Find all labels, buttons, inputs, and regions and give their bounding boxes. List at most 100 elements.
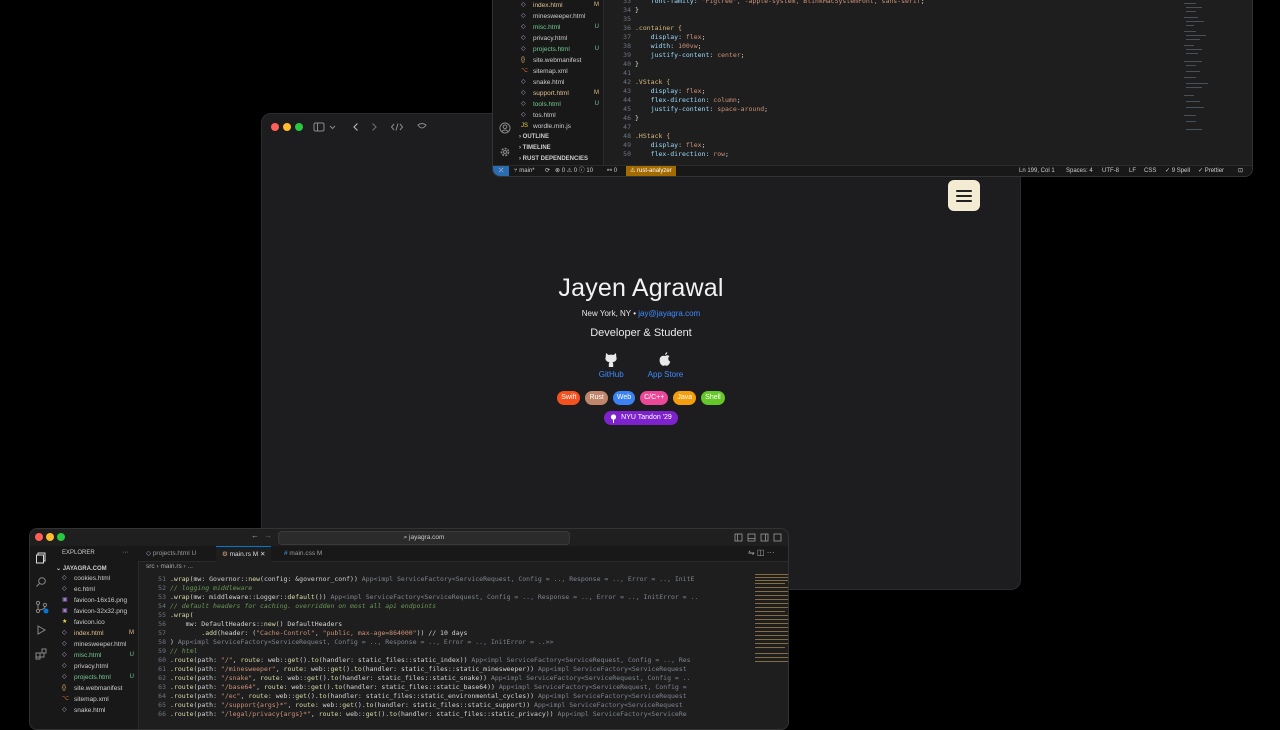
file-item[interactable]: ▣ favicon-32x32.png	[62, 606, 138, 617]
minimap[interactable]	[753, 573, 789, 729]
code-line[interactable]: // default headers for caching. overridd…	[170, 602, 742, 611]
notifications-icon[interactable]: ⊡	[1238, 166, 1243, 176]
code-line[interactable]: }	[635, 60, 925, 69]
section-rust-dependencies[interactable]: › RUST DEPENDENCIES	[519, 154, 603, 165]
account-icon[interactable]	[499, 122, 511, 134]
project-root[interactable]: ⌄ JAYAGRA.COM	[56, 565, 107, 572]
code-line[interactable]: .HStack {	[635, 132, 925, 141]
code-line[interactable]: .route(path: "/snake", route: web::get()…	[170, 674, 742, 683]
source-control-icon[interactable]	[35, 600, 49, 614]
code-line[interactable]: justify-content: space-around;	[635, 105, 925, 114]
file-item[interactable]: {} site.webmanifest	[521, 55, 603, 66]
code-text[interactable]: font-family: "Figtree", -apple-system, B…	[635, 0, 925, 159]
sidebar-toggle-button[interactable]	[312, 120, 338, 134]
minimize-button[interactable]	[283, 123, 291, 131]
file-item[interactable]: ◇ cookies.html	[62, 573, 138, 584]
code-line[interactable]: font-family: "Figtree", -apple-system, B…	[635, 0, 925, 6]
file-item[interactable]: ◇ misc.html U	[521, 22, 603, 33]
file-item[interactable]: ◇ snake.html	[521, 77, 603, 88]
code-line[interactable]: .container {	[635, 24, 925, 33]
indentation[interactable]: Spaces: 4	[1066, 166, 1093, 176]
code-line[interactable]: .wrap(	[170, 611, 742, 620]
file-item[interactable]: ◇ tools.html U	[521, 99, 603, 110]
code-line[interactable]: width: 100vw;	[635, 42, 925, 51]
code-line[interactable]: .route(path: "/base64", route: web::get(…	[170, 683, 742, 692]
code-line[interactable]: flex-direction: row;	[635, 150, 925, 159]
code-line[interactable]	[635, 15, 925, 24]
back-arrow-icon[interactable]: ←	[251, 531, 259, 540]
email-link[interactable]: jay@jayagra.com	[638, 309, 700, 318]
explorer-more-button[interactable]: ···	[122, 549, 129, 556]
file-item[interactable]: ◇ privacy.html	[62, 661, 138, 672]
code-line[interactable]: .wrap(mw: middleware::Logger::default())…	[170, 593, 742, 602]
prettier-status[interactable]: ✓ Prettier	[1198, 166, 1224, 176]
tab-main-css[interactable]: # main.css M	[278, 546, 328, 561]
code-line[interactable]: // html	[170, 647, 742, 656]
close-button[interactable]	[35, 533, 43, 541]
file-item[interactable]: ◇ snake.html	[62, 705, 138, 716]
breadcrumb[interactable]: src › main.rs › ...	[146, 563, 193, 570]
file-item[interactable]: ▣ favicon-16x16.png	[62, 595, 138, 606]
code-line[interactable]: .route(path: "/minesweeper", route: web:…	[170, 665, 742, 674]
code-line[interactable]: .route(path: "/", route: web::get().to(h…	[170, 656, 742, 665]
problems-indicator[interactable]: ⊗ 0 ⚠ 0 ⓘ 10	[555, 166, 593, 176]
file-item[interactable]: ◇ minesweeper.html	[62, 639, 138, 650]
file-item[interactable]: {} site.webmanifest	[62, 683, 138, 694]
spell-check[interactable]: ✓ 9 Spell	[1165, 166, 1190, 176]
shield-button[interactable]	[414, 120, 430, 134]
encoding[interactable]: UTF-8	[1102, 166, 1119, 176]
code-line[interactable]: flex-direction: column;	[635, 96, 925, 105]
app-store-link[interactable]: App Store	[648, 351, 683, 379]
file-item[interactable]: ◇ minesweeper.html	[521, 11, 603, 22]
code-editor[interactable]: 33 34 35 36 37 38 39 40 41 42 43 44 45 46 47 48 49 50 fon…	[603, 0, 1252, 166]
menu-button[interactable]	[948, 180, 980, 211]
file-item[interactable]: ◇ index.html M	[62, 628, 138, 639]
code-line[interactable]: ) App<impl ServiceFactory<ServiceRequest…	[170, 638, 742, 647]
extensions-icon[interactable]	[35, 648, 47, 660]
branch-indicator[interactable]: ⑂ main*	[514, 166, 535, 176]
ports-indicator[interactable]: ⚯ 0	[607, 166, 617, 176]
file-item[interactable]: ◇ tos.html	[521, 110, 603, 121]
code-line[interactable]: .add(header: ("Cache-Control", "public, …	[170, 629, 742, 638]
code-line[interactable]: justify-content: center;	[635, 51, 925, 60]
cursor-position[interactable]: Ln 199, Col 1	[1019, 166, 1055, 176]
tab-main-rs[interactable]: ⚙ main.rs M ✕	[216, 546, 272, 562]
code-line[interactable]: .VStack {	[635, 78, 925, 87]
code-line[interactable]: display: flex;	[635, 33, 925, 42]
code-line[interactable]	[635, 69, 925, 78]
forward-button[interactable]	[367, 120, 381, 134]
file-item[interactable]: ◇ projects.html U	[62, 672, 138, 683]
file-item[interactable]: ◇ projects.html U	[521, 44, 603, 55]
files-icon[interactable]	[35, 552, 47, 564]
code-line[interactable]: }	[635, 6, 925, 15]
forward-arrow-icon[interactable]: →	[264, 531, 272, 540]
rust-analyzer-status[interactable]: ⚠ rust-analyzer	[626, 166, 676, 176]
code-text[interactable]: .wrap(mw: Governor::new(config: &governo…	[170, 575, 742, 719]
layout-controls-icon[interactable]	[734, 533, 782, 542]
github-link[interactable]: GitHub	[599, 351, 624, 379]
minimize-button[interactable]	[46, 533, 54, 541]
section-timeline[interactable]: › TIMELINE	[519, 143, 603, 154]
code-line[interactable]: }	[635, 114, 925, 123]
code-line[interactable]: display: flex;	[635, 141, 925, 150]
close-tab-icon[interactable]: ✕	[260, 551, 265, 558]
zoom-button[interactable]	[295, 123, 303, 131]
code-line[interactable]: .wrap(mw: Governor::new(config: &governo…	[170, 575, 742, 584]
code-line[interactable]	[635, 123, 925, 132]
zoom-button[interactable]	[57, 533, 65, 541]
close-button[interactable]	[271, 123, 279, 131]
minimap[interactable]	[1178, 0, 1238, 166]
file-item[interactable]: ⌥ sitemap.xml	[62, 694, 138, 705]
code-line[interactable]: mw: DefaultHeaders::new() DefaultHeaders	[170, 620, 742, 629]
file-item[interactable]: ◇ misc.html U	[62, 650, 138, 661]
sync-icon[interactable]: ⟳	[545, 166, 550, 176]
gear-icon[interactable]	[499, 146, 511, 158]
section-outline[interactable]: › OUTLINE	[519, 132, 603, 143]
search-icon[interactable]	[35, 576, 47, 588]
file-item[interactable]: ⌥ sitemap.xml	[521, 66, 603, 77]
file-item[interactable]: ◇ support.html M	[521, 88, 603, 99]
editor-actions[interactable]: ⇋ ◫ ···	[748, 548, 775, 557]
code-line[interactable]: .route(path: "/support{args}*", route: w…	[170, 701, 742, 710]
file-item[interactable]: ◇ privacy.html	[521, 33, 603, 44]
run-debug-icon[interactable]	[35, 624, 47, 636]
